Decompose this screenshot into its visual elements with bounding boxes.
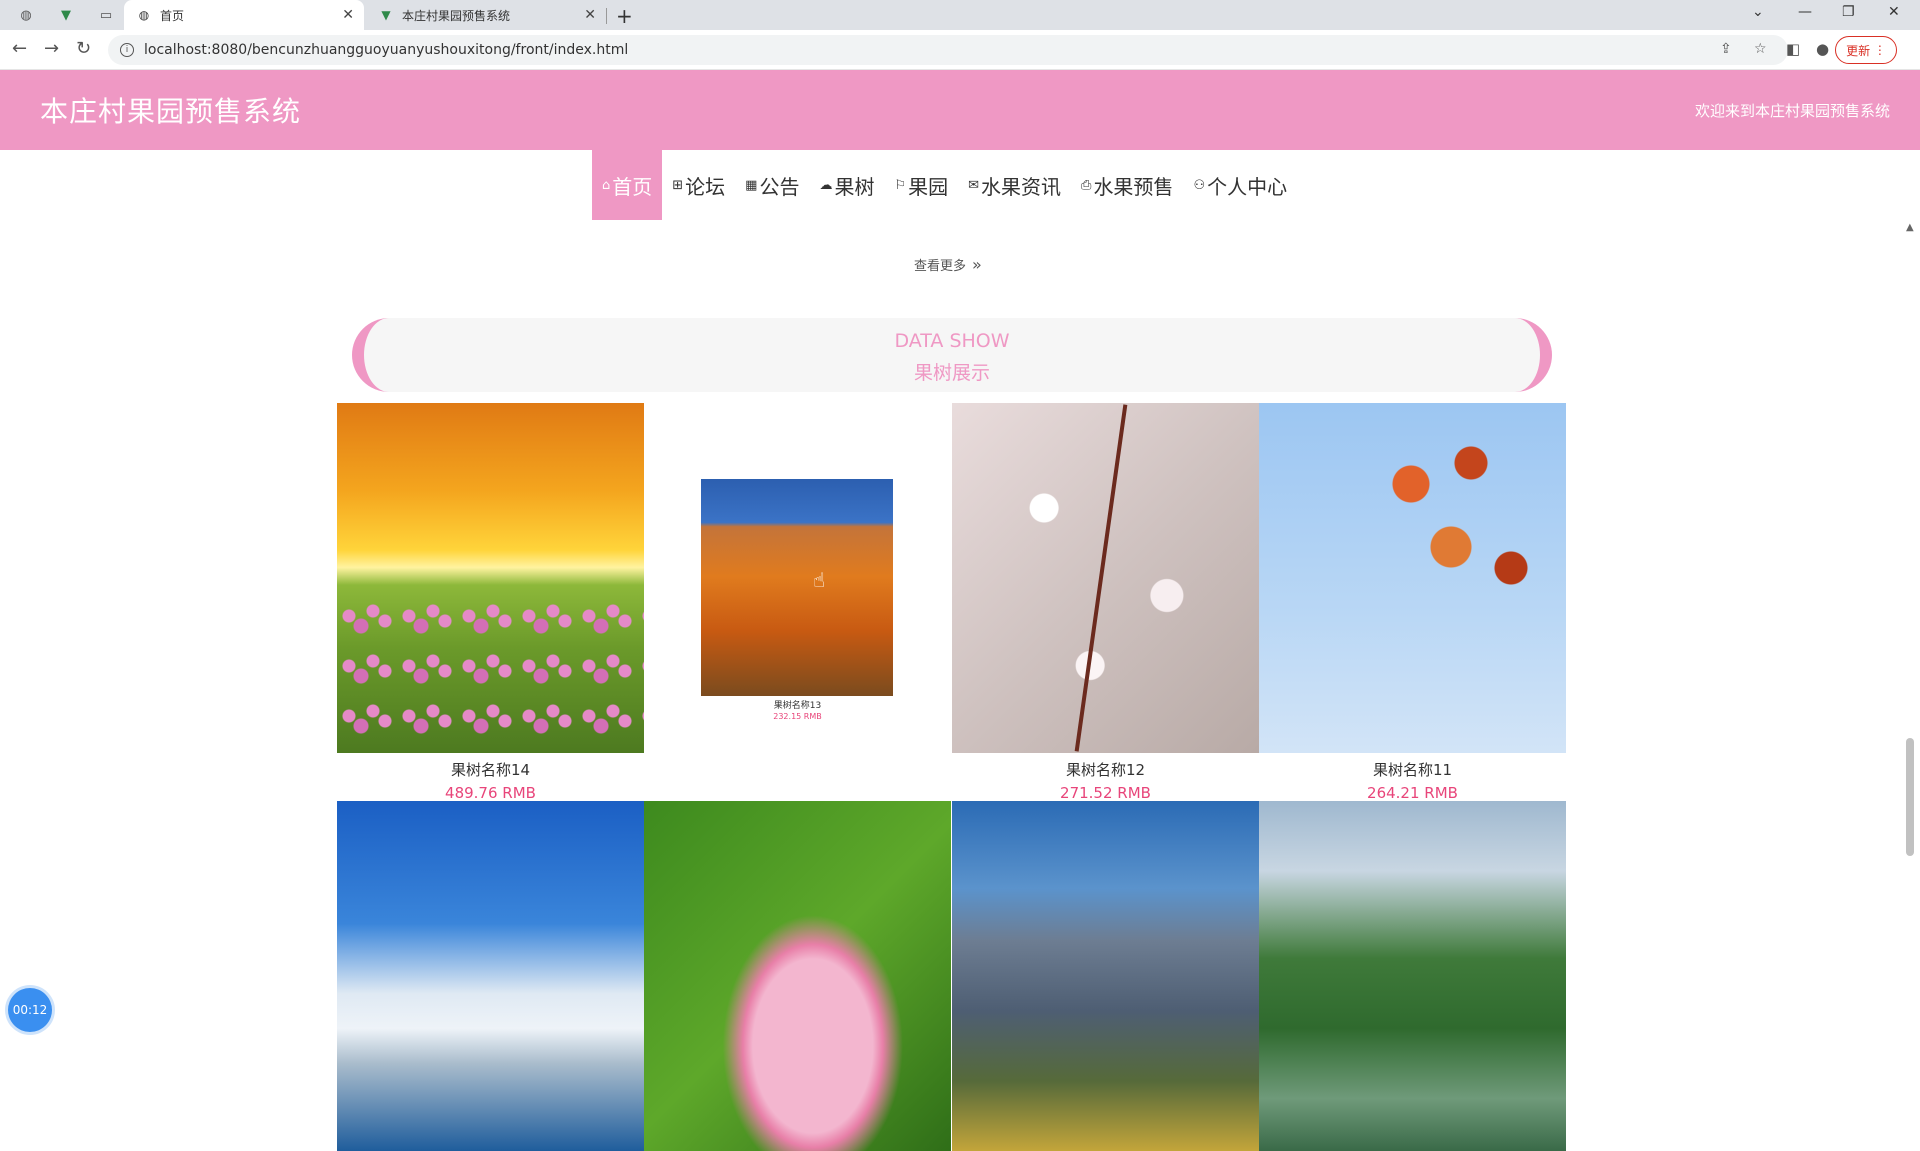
- product-card[interactable]: 果树名称14 489.76 RMB: [337, 403, 644, 802]
- new-tab-icon[interactable]: +: [616, 4, 633, 28]
- product-image[interactable]: [644, 801, 951, 1151]
- recording-timer[interactable]: 00:12: [8, 988, 52, 1032]
- tab-title: 首页: [160, 8, 185, 23]
- scroll-up-icon[interactable]: ▲: [1906, 222, 1914, 233]
- tab-separator: [606, 8, 607, 24]
- section-title-en: DATA SHOW: [894, 330, 1010, 352]
- url-text[interactable]: localhost:8080/bencunzhuangguoyuanyushou…: [144, 42, 628, 58]
- hand-cursor-icon: ☝: [813, 568, 826, 592]
- product-name: 果树名称12: [1065, 761, 1146, 779]
- menu-label: 首页: [612, 174, 653, 199]
- menu-label: 果园: [908, 174, 949, 199]
- product-card[interactable]: 果树名称12 271.52 RMB: [952, 403, 1259, 802]
- product-price: 489.76 RMB: [445, 784, 536, 802]
- product-card[interactable]: [337, 801, 644, 1151]
- browser-toolbar: ← → ↻ i localhost:8080/bencunzhuangguoyu…: [0, 30, 1920, 70]
- pinned-tab-globe-icon[interactable]: ◍: [14, 5, 38, 25]
- tree-icon: ☁: [819, 177, 833, 193]
- see-more-label: 查看更多: [914, 259, 967, 274]
- menu-label: 论坛: [685, 174, 726, 199]
- product-image[interactable]: [337, 801, 644, 1151]
- product-card[interactable]: [952, 801, 1259, 1151]
- share-icon[interactable]: ⇪: [1720, 41, 1732, 57]
- site-header: 本庄村果园预售系统 欢迎来到本庄村果园预售系统: [0, 70, 1920, 150]
- product-card[interactable]: [1259, 801, 1566, 1151]
- product-image[interactable]: [701, 479, 893, 696]
- minimize-icon[interactable]: —: [1798, 4, 1812, 20]
- main-menu: ⌂ 首页 ⊞ 论坛 ▦ 公告 ☁ 果树 ⚐ 果园 ✉ 水果资讯 ⎙ 水果预售 ⚇…: [592, 150, 1297, 220]
- pinned-tab-vue-icon[interactable]: ▼: [54, 5, 78, 25]
- forward-icon[interactable]: →: [44, 38, 59, 59]
- menu-item-trees[interactable]: ☁ 果树: [809, 150, 884, 220]
- see-more-link[interactable]: 查看更多 »: [914, 255, 982, 274]
- vue-icon: ▼: [381, 8, 391, 22]
- close-window-icon[interactable]: ✕: [1888, 4, 1900, 20]
- tab-title: 本庄村果园预售系统: [402, 8, 511, 23]
- product-name: 果树名称14: [450, 761, 531, 779]
- site-info-icon[interactable]: i: [120, 43, 134, 57]
- update-label: 更新: [1846, 43, 1871, 58]
- product-card[interactable]: 果树名称11 264.21 RMB: [1259, 403, 1566, 802]
- scrollbar-thumb[interactable]: [1906, 738, 1914, 856]
- product-name: 果树名称11: [1372, 761, 1453, 779]
- globe-icon: ◍: [138, 8, 150, 22]
- product-price: 232.15 RMB: [773, 712, 822, 721]
- section-banner: DATA SHOW 果树展示: [352, 318, 1552, 392]
- back-icon[interactable]: ←: [12, 38, 27, 59]
- menu-item-notice[interactable]: ▦ 公告: [735, 150, 809, 220]
- close-tab-icon[interactable]: ✕: [584, 7, 596, 23]
- menu-label: 水果资讯: [981, 174, 1062, 199]
- close-tab-icon[interactable]: ✕: [342, 7, 354, 23]
- user-icon: ⚇: [1193, 177, 1206, 193]
- menu-item-presale[interactable]: ⎙ 水果预售: [1071, 150, 1183, 220]
- product-image[interactable]: [1259, 801, 1566, 1151]
- bookmark-star-icon[interactable]: ☆: [1754, 41, 1767, 57]
- menu-item-fruit-news[interactable]: ✉ 水果资讯: [958, 150, 1071, 220]
- tab-search-icon[interactable]: ⌄: [1752, 4, 1764, 20]
- product-price: 271.52 RMB: [1060, 784, 1151, 802]
- restore-icon[interactable]: ❐: [1842, 4, 1855, 20]
- tab-home[interactable]: ◍ 首页 ✕: [124, 0, 364, 30]
- product-image[interactable]: [337, 403, 644, 753]
- update-button[interactable]: 更新 ⋮: [1835, 36, 1897, 64]
- home-icon: ⌂: [602, 177, 611, 193]
- forum-icon: ⊞: [672, 177, 684, 193]
- menu-label: 个人中心: [1207, 174, 1288, 199]
- menu-label: 果树: [834, 174, 875, 199]
- reload-icon[interactable]: ↻: [76, 38, 91, 59]
- flag-icon: ⚐: [894, 177, 907, 193]
- menu-item-home[interactable]: ⌂ 首页: [592, 150, 663, 220]
- address-bar[interactable]: i localhost:8080/bencunzhuangguoyuanyush…: [108, 35, 1788, 65]
- product-image[interactable]: [952, 403, 1259, 753]
- product-image[interactable]: [952, 801, 1259, 1151]
- menu-item-profile[interactable]: ⚇ 个人中心: [1183, 150, 1297, 220]
- product-name: 果树名称13: [773, 701, 822, 711]
- product-card[interactable]: 果树名称13 232.15 RMB: [644, 403, 951, 721]
- menu-item-orchard[interactable]: ⚐ 果园: [884, 150, 958, 220]
- welcome-text: 欢迎来到本庄村果园预售系统: [1694, 102, 1890, 120]
- mail-icon: ✉: [968, 177, 980, 193]
- side-panel-icon[interactable]: ◧: [1786, 40, 1800, 58]
- site-title: 本庄村果园预售系统: [40, 95, 302, 128]
- menu-label: 水果预售: [1093, 174, 1174, 199]
- menu-label: 公告: [759, 174, 800, 199]
- browser-tab-strip: ◍ ▼ ▭ ◍ 首页 ✕ ▼ 本庄村果园预售系统 ✕ + ⌄ — ❐ ✕: [0, 0, 1920, 30]
- notice-icon: ▦: [745, 177, 758, 193]
- pinned-tab-blank-icon[interactable]: ▭: [94, 5, 118, 25]
- double-chevron-right-icon: »: [972, 255, 982, 274]
- menu-item-forum[interactable]: ⊞ 论坛: [662, 150, 735, 220]
- section-title-cn: 果树展示: [913, 362, 990, 384]
- product-price: 264.21 RMB: [1367, 784, 1458, 802]
- profile-icon[interactable]: ●: [1816, 40, 1829, 58]
- product-image[interactable]: [1259, 403, 1566, 753]
- print-icon: ⎙: [1081, 177, 1092, 193]
- tab-system[interactable]: ▼ 本庄村果园预售系统 ✕: [366, 0, 606, 30]
- product-card[interactable]: [644, 801, 951, 1151]
